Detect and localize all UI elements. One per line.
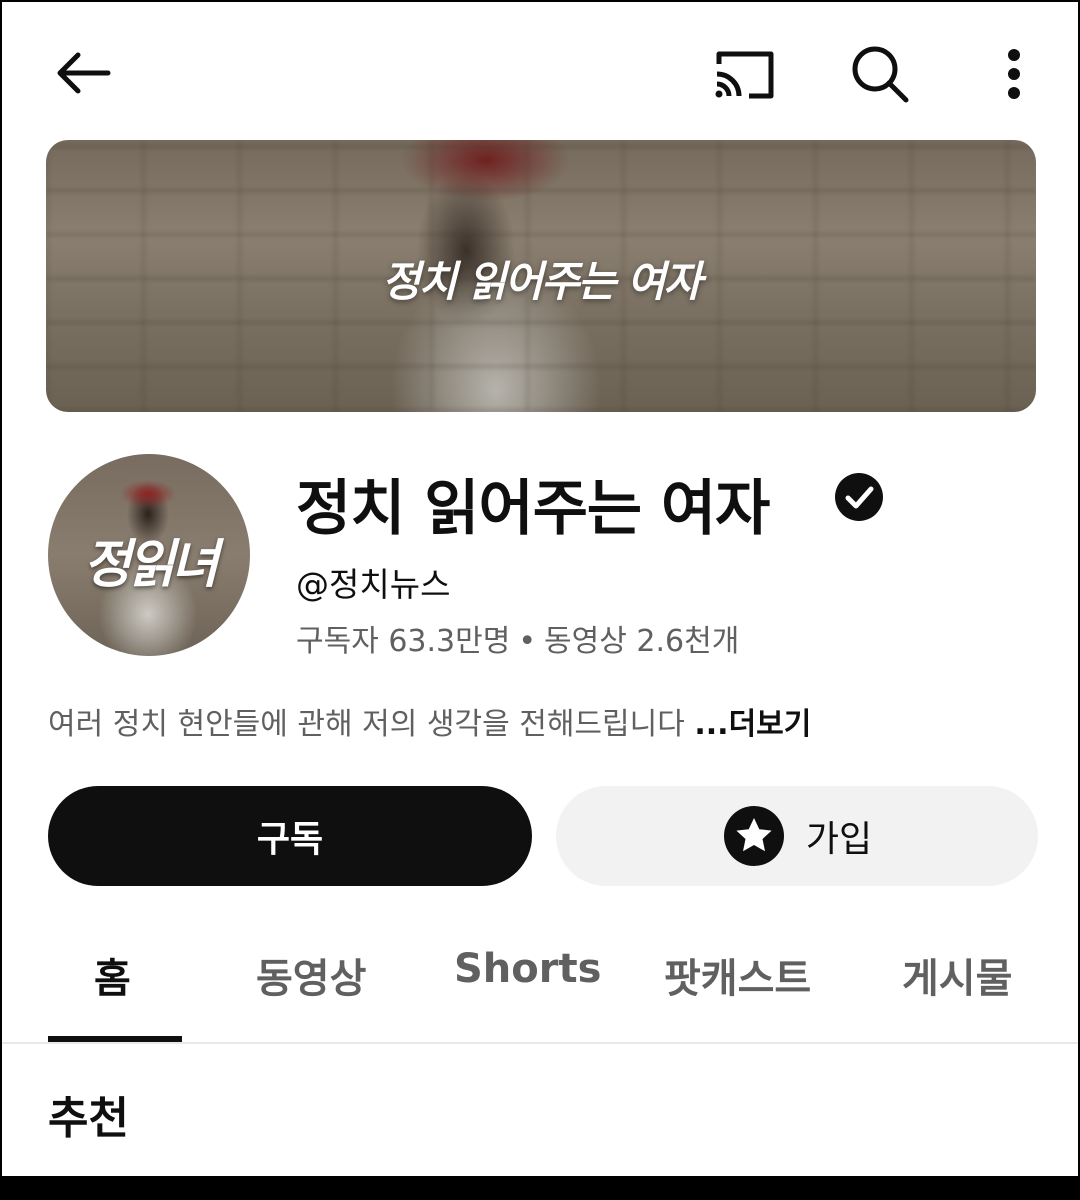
- banner-title: 정치 읽어주는 여자: [381, 257, 702, 306]
- description-text: 여러 정치 현안들에 관해 저의 생각을 전해드립니다: [48, 707, 685, 742]
- channel-banner: 정치 읽어주는 여자: [46, 140, 1036, 412]
- cast-button[interactable]: [702, 38, 786, 110]
- star-circle-icon: [723, 806, 784, 866]
- video-count: 동영상 2.6천개: [544, 624, 740, 659]
- subscribe-label: 구독: [256, 819, 324, 860]
- channel-description[interactable]: 여러 정치 현안들에 관해 저의 생각을 전해드립니다 ...더보기: [48, 699, 811, 743]
- search-icon: [852, 46, 909, 103]
- stats-separator: •: [518, 624, 537, 659]
- channel-stats: 구독자 63.3만명 • 동영상 2.6천개: [296, 616, 739, 660]
- cast-icon: [715, 51, 774, 99]
- arrow-left-icon: [57, 52, 111, 94]
- search-button[interactable]: [838, 36, 922, 112]
- channel-tabs: 홈 동영상 Shorts 팟캐스트 게시물: [2, 932, 1078, 1044]
- subscriber-count: 구독자 63.3만명: [296, 624, 511, 659]
- verified-badge-icon: [835, 473, 883, 521]
- more-options-button[interactable]: [986, 36, 1042, 112]
- tab-home[interactable]: 홈: [94, 946, 131, 1004]
- top-app-bar: [2, 2, 1078, 142]
- more-vertical-icon: [1008, 49, 1020, 99]
- tab-shorts[interactable]: Shorts: [454, 946, 601, 992]
- tab-podcasts[interactable]: 팟캐스트: [664, 946, 811, 1004]
- channel-page: 정치 읽어주는 여자 정읽녀 정치 읽어주는 여자 @정치뉴스 구독자 63.3…: [2, 2, 1078, 1176]
- channel-handle: @정치뉴스: [296, 565, 451, 604]
- avatar-text: 정읽녀: [83, 535, 219, 595]
- tab-videos[interactable]: 동영상: [256, 946, 366, 1004]
- subscribe-button[interactable]: 구독: [48, 786, 532, 886]
- join-label: 가입: [805, 819, 873, 860]
- back-button[interactable]: [42, 40, 122, 106]
- bottom-black-bar: [0, 1176, 1080, 1200]
- tab-posts[interactable]: 게시물: [902, 946, 1012, 1004]
- avatar[interactable]: 정읽녀: [48, 454, 250, 656]
- channel-name: 정치 읽어주는 여자: [296, 474, 770, 544]
- tabs-divider: [2, 1042, 1078, 1044]
- section-title: 추천: [48, 1093, 129, 1144]
- join-button[interactable]: 가입: [556, 786, 1038, 886]
- more-link[interactable]: ...더보기: [694, 707, 811, 742]
